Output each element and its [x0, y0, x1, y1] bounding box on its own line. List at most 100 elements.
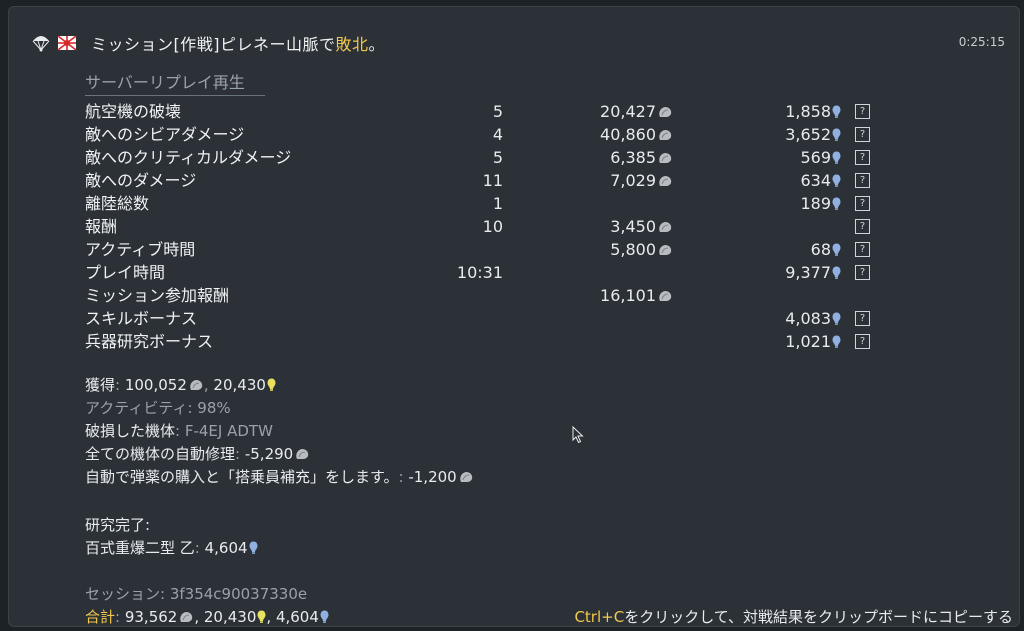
- research-points-icon: [832, 312, 841, 325]
- research-points-icon: [832, 151, 841, 164]
- help-icon[interactable]: ?: [855, 311, 870, 326]
- reward-rp-value: 3,652: [785, 125, 831, 144]
- reward-label: 報酬: [85, 217, 118, 236]
- reward-sl-value: 6,385: [610, 148, 656, 167]
- reward-sl-value: 20,427: [600, 102, 656, 121]
- session-line: セッション: 3f354c90037330e: [85, 585, 308, 603]
- silver-lions-icon: [657, 152, 673, 164]
- research-points-icon: [832, 128, 841, 141]
- help-icon[interactable]: ?: [855, 196, 870, 211]
- mission-result: 敗北: [335, 35, 369, 54]
- reward-rp: 634: [800, 169, 841, 192]
- research-points-icon: [832, 174, 841, 187]
- ammo-value: -1,200: [408, 468, 457, 486]
- reward-sl: 6,385: [610, 146, 673, 169]
- silver-lions-icon: [178, 611, 194, 623]
- mission-title-text: ミッション[作戦]ピレネー山脈で: [91, 35, 336, 54]
- help-icon[interactable]: ?: [855, 265, 870, 280]
- reward-count: 5: [492, 102, 503, 121]
- total-sl: 93,562: [124, 608, 178, 626]
- reward-rp: 3,652: [785, 123, 841, 146]
- reward-rp-value: 68: [810, 240, 831, 259]
- earned-label: 獲得: [85, 376, 116, 394]
- rewards-table: 航空機の破壊 5 20,427 1,858? 敵へのシビアダメージ 4 40,860 3,65…: [85, 100, 905, 353]
- reward-label: プレイ時間: [85, 263, 166, 282]
- help-icon[interactable]: ?: [855, 219, 870, 234]
- reward-sl: 3,450: [610, 215, 673, 238]
- research-points-icon: [832, 243, 841, 256]
- silver-lions-icon: [294, 448, 310, 460]
- rising-sun-flag-icon: [57, 33, 77, 53]
- reward-row: 兵器研究ボーナス 1,021?: [85, 330, 905, 353]
- reward-label: 敵へのシビアダメージ: [85, 125, 245, 144]
- reward-count: 10:31: [456, 263, 503, 282]
- reward-count: 10: [482, 217, 503, 236]
- help-icon[interactable]: ?: [855, 334, 870, 349]
- reward-row: 敵へのクリティカルダメージ 5 6,385 569?: [85, 146, 905, 169]
- reward-label: スキルボーナス: [85, 309, 198, 328]
- damaged-line: 破損した機体: F-4EJ ADTW: [85, 422, 273, 440]
- reward-label: 航空機の破壊: [85, 102, 182, 121]
- reward-sl-value: 3,450: [610, 217, 656, 236]
- repair-value: -5,290: [244, 445, 294, 463]
- reward-rp-value: 569: [800, 148, 831, 167]
- reward-sl-value: 5,800: [610, 240, 656, 259]
- reward-row: 離陸総数 1 189?: [85, 192, 905, 215]
- reward-sl: 20,427: [600, 100, 673, 123]
- silver-lions-icon: [657, 221, 673, 233]
- help-icon[interactable]: ?: [855, 104, 870, 119]
- reward-rp: 189: [800, 192, 841, 215]
- repair-line: 全ての機体の自動修理: -5,290: [85, 443, 474, 466]
- ammo-line: 自動で弾薬の購入と「搭乗員補充」をします。: -1,200: [85, 466, 474, 489]
- header: ミッション[作戦]ピレネー山脈で敗北。: [31, 31, 385, 55]
- reward-row: 航空機の破壊 5 20,427 1,858?: [85, 100, 905, 123]
- help-icon[interactable]: ?: [855, 127, 870, 142]
- activity-value: 98%: [197, 399, 231, 417]
- reward-count: 5: [492, 148, 503, 167]
- reward-sl: 16,101: [600, 284, 673, 307]
- reward-label: 敵へのダメージ: [85, 171, 197, 190]
- reward-count: 1: [492, 194, 503, 213]
- research-points-icon: [832, 197, 841, 210]
- server-replay-link[interactable]: サーバーリプレイ再生: [85, 69, 265, 96]
- battle-result-panel: ミッション[作戦]ピレネー山脈で敗北。 0:25:15 サーバーリプレイ再生 航…: [8, 6, 1020, 627]
- mission-title: ミッション[作戦]ピレネー山脈で敗北。: [91, 31, 385, 55]
- research-title: 研究完了:: [85, 516, 151, 534]
- earned-line: 獲得: 100,052, 20,430: [85, 374, 474, 397]
- reward-rp-value: 1,021: [785, 332, 831, 351]
- research-points-icon: [832, 335, 841, 348]
- total-line: 合計: 93,562, 20,430, 4,604: [85, 606, 329, 627]
- mission-title-tail: 。: [368, 35, 386, 54]
- total-label: 合計: [85, 608, 116, 626]
- damaged-label: 破損した機体: [85, 422, 176, 440]
- help-icon[interactable]: ?: [855, 150, 870, 165]
- copy-to-clipboard-hint[interactable]: Ctrl+Cをクリックして、対戦結果をクリップボードにコピーする: [574, 606, 1013, 627]
- reward-label: アクティブ時間: [85, 240, 196, 259]
- reward-rp: 4,083: [785, 307, 841, 330]
- reward-label: 離陸総数: [85, 194, 150, 213]
- activity-line: アクティビティ: 98%: [85, 399, 231, 417]
- activity-label: アクティビティ: [85, 399, 188, 417]
- reward-row: 敵へのシビアダメージ 4 40,860 3,652?: [85, 123, 905, 146]
- earned-rp: 20,430: [213, 376, 266, 394]
- summary: 獲得: 100,052, 20,430 アクティビティ: 98% 破損した機体:…: [85, 374, 474, 489]
- reward-sl: 40,860: [600, 123, 673, 146]
- research-item: 百式重爆二型 乙: 4,604: [85, 537, 258, 560]
- help-icon[interactable]: ?: [855, 173, 870, 188]
- research-item-value: 4,604: [204, 539, 248, 557]
- reward-rp: 1,021: [785, 330, 841, 353]
- mouse-cursor-icon: [572, 426, 584, 444]
- earned-sl: 100,052: [124, 376, 187, 394]
- reward-sl: 7,029: [610, 169, 673, 192]
- total-rp: 4,604: [275, 608, 319, 626]
- free-research-icon: [257, 610, 266, 623]
- silver-lions-icon: [657, 175, 673, 187]
- reward-count: 11: [482, 171, 503, 190]
- copy-shortcut-key: Ctrl+C: [574, 608, 625, 626]
- research-points-icon: [249, 541, 258, 554]
- reward-label: 兵器研究ボーナス: [85, 332, 214, 351]
- parachute-icon: [31, 33, 51, 53]
- silver-lions-icon: [657, 290, 673, 302]
- help-icon[interactable]: ?: [855, 242, 870, 257]
- reward-row: プレイ時間 10:31 9,377?: [85, 261, 905, 284]
